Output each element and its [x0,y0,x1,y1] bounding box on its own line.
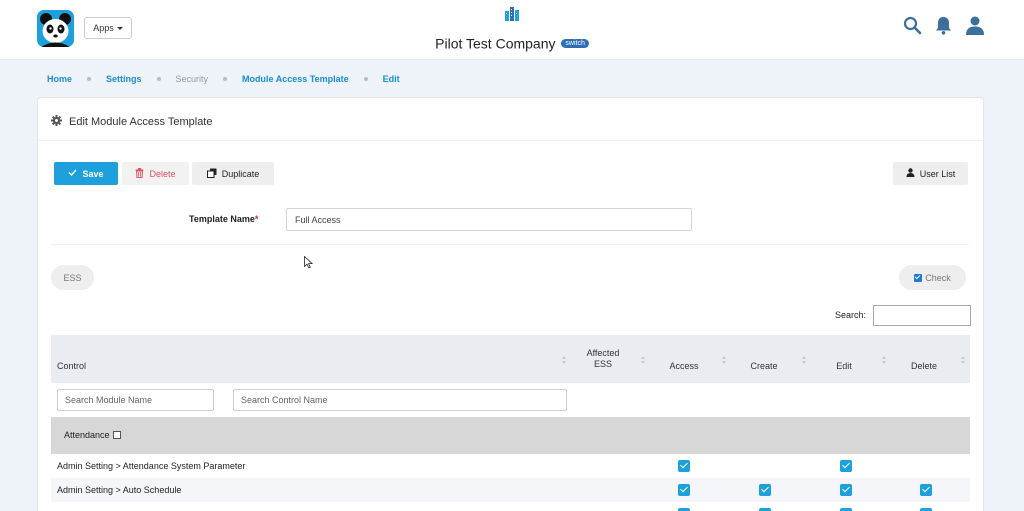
breadcrumb-separator [156,77,161,81]
table-row: Admin Setting > Auto Schedule [51,478,970,502]
breadcrumb: Home Settings Security Module Access Tem… [47,74,400,84]
column-header-access[interactable]: Access [654,361,714,371]
breadcrumb-edit[interactable]: Edit [383,74,400,84]
search-label: Search: [835,310,867,320]
column-header-affected-ess[interactable]: Affected ESS [578,348,628,370]
page-title-text: Edit Module Access Template [69,116,213,128]
breadcrumb-settings[interactable]: Settings [106,74,142,84]
table-header: Control Affected ESS Access Create Edit … [51,335,970,383]
affected-ess-line1: Affected [586,348,620,358]
check-all-button[interactable]: Check [899,265,966,290]
template-name-label: Template Name* [189,214,258,224]
bell-icon[interactable] [935,16,952,37]
save-button[interactable]: Save [54,162,118,185]
gear-icon [51,115,62,129]
divider [51,244,969,245]
user-list-label: User List [919,168,956,179]
mouse-cursor-icon [304,255,314,271]
template-name-input[interactable] [286,208,692,231]
group-select-checkbox[interactable] [112,431,121,439]
breadcrumb-separator [87,77,92,81]
company-header: Pilot Test Company switch [0,34,1024,51]
sort-icon[interactable] [562,356,567,365]
sort-icon[interactable] [641,356,646,365]
caret-down-icon [116,26,123,30]
ess-toggle-button[interactable]: ESS [51,265,94,290]
edit-checkbox[interactable] [840,484,852,496]
delete-checkbox[interactable] [920,484,932,496]
group-name: Attendance [64,430,110,440]
control-name-search-input[interactable] [233,389,567,411]
check-label: Check [925,272,951,283]
column-header-delete[interactable]: Delete [894,361,954,371]
column-header-create[interactable]: Create [734,361,794,371]
breadcrumb-separator [363,77,368,81]
search-icon[interactable] [903,16,922,37]
duplicate-button[interactable]: Duplicate [192,162,274,185]
edit-template-card: Edit Module Access Template Save Delete [37,97,984,511]
row-label: Admin Setting > Attendance System Parame… [57,461,246,471]
company-name: Pilot Test Company [435,35,556,52]
access-checkbox[interactable] [678,484,690,496]
divider [38,140,983,141]
required-marker: * [254,214,259,224]
user-list-button[interactable]: User List [893,162,968,185]
table-search-input[interactable] [873,305,971,326]
breadcrumb-separator [223,77,228,81]
sort-icon[interactable] [722,356,727,365]
template-name-label-text: Template Name [189,214,255,224]
duplicate-label: Duplicate [221,168,260,179]
row-label: Admin Setting > Auto Schedule [57,485,182,495]
edit-checkbox[interactable] [840,460,852,472]
breadcrumb-security: Security [175,74,209,84]
group-row-attendance: Attendance [51,417,970,454]
sort-icon[interactable] [961,356,966,365]
top-bar: Apps Pilot Test Company switch [0,0,1024,60]
building-icon [504,6,520,24]
sort-icon[interactable] [882,356,887,365]
delete-button[interactable]: Delete [122,162,189,185]
switch-company-badge[interactable]: switch [561,38,589,48]
page-title: Edit Module Access Template [51,115,212,129]
sort-icon[interactable] [802,356,807,365]
group-label: Attendance [64,430,121,440]
access-checkbox[interactable] [678,460,690,472]
table-row: Admin Setting > Attendance System Parame… [51,454,970,478]
table-row [51,502,970,511]
module-name-search-input[interactable] [57,389,214,411]
column-header-edit[interactable]: Edit [814,361,874,371]
breadcrumb-module-access-template[interactable]: Module Access Template [242,74,349,84]
ess-label: ESS [63,272,82,283]
copy-icon [206,168,217,180]
check-icon [68,168,78,179]
column-header-control[interactable]: Control [57,361,86,371]
save-label: Save [82,168,104,179]
apps-label: Apps [93,23,114,33]
trash-icon [135,167,144,180]
user-icon[interactable] [965,16,985,37]
breadcrumb-home[interactable]: Home [47,74,72,84]
affected-ess-line2: ESS [593,359,612,369]
user-icon [906,168,915,179]
delete-label: Delete [149,168,176,179]
create-checkbox[interactable] [759,484,771,496]
checkbox-checked-icon [914,273,923,282]
